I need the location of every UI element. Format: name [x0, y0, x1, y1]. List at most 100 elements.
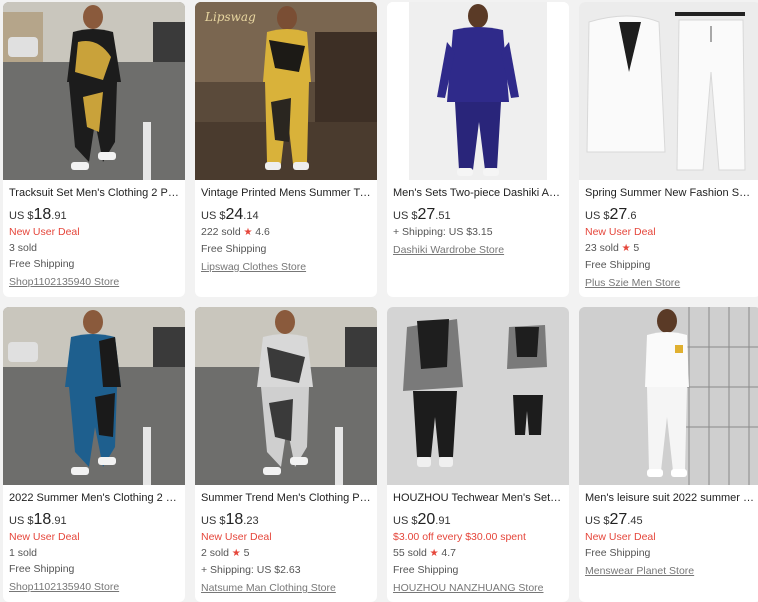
product-card[interactable]: HOUZHOU Techwear Men's Sets B... US $20.…: [387, 307, 569, 602]
meta-label: Free Shipping: [393, 564, 459, 576]
meta-label: + Shipping: US $3.15: [393, 226, 493, 238]
meta-label: 3 sold: [9, 242, 38, 254]
meta-label: Free Shipping: [201, 243, 267, 255]
meta-label: New User Deal: [9, 226, 80, 238]
promo-text: New User Deal: [9, 224, 179, 240]
price-decimal: .6: [627, 210, 637, 222]
meta-text: Free Shipping: [585, 545, 755, 561]
product-title[interactable]: Men's Sets Two-piece Dashiki Afric...: [393, 186, 563, 200]
price-decimal: .91: [51, 515, 67, 527]
meta-label: + Shipping: US $2.63: [201, 564, 301, 576]
product-meta: 222 sold ★ 4.6 Free Shipping: [201, 224, 371, 257]
price-currency: US $: [585, 515, 610, 527]
product-image[interactable]: [579, 2, 758, 180]
product-card[interactable]: Men's Sets Two-piece Dashiki Afric... US…: [387, 2, 569, 297]
product-image[interactable]: [387, 2, 569, 180]
price-currency: US $: [9, 515, 34, 527]
price-currency: US $: [585, 210, 610, 222]
product-card[interactable]: Spring Summer New Fashion Suit ... US $2…: [579, 2, 758, 297]
meta-label: 23 sold: [585, 242, 619, 254]
meta-label: Free Shipping: [9, 563, 75, 575]
store-link[interactable]: Plus Szie Men Store: [585, 275, 755, 291]
price-decimal: .14: [243, 210, 259, 222]
price-currency: US $: [201, 515, 226, 527]
meta-label: New User Deal: [585, 226, 656, 238]
product-meta: New User Deal Free Shipping: [585, 529, 755, 561]
meta-label: New User Deal: [201, 531, 272, 543]
product-image[interactable]: [195, 307, 377, 485]
price-integer: 27: [417, 206, 436, 223]
meta-label: 2 sold: [201, 547, 230, 559]
star-icon: ★: [240, 227, 256, 238]
price-currency: US $: [393, 515, 418, 527]
product-card[interactable]: Summer Trend Men's Clothing Pri... US $1…: [195, 307, 377, 602]
store-link[interactable]: Menswear Planet Store: [585, 563, 755, 579]
product-price: US $18.23: [201, 512, 371, 529]
meta-text: Free Shipping: [585, 257, 755, 273]
star-icon: ★: [229, 548, 244, 559]
product-meta: New User Deal 23 sold ★ 5 Free Shipping: [585, 224, 755, 273]
product-card[interactable]: 2022 Summer Men's Clothing 2 Pie... US $…: [3, 307, 185, 602]
meta-label: New User Deal: [9, 531, 80, 543]
price-decimal: .51: [435, 210, 451, 222]
product-image[interactable]: [579, 307, 758, 485]
price-currency: US $: [201, 210, 226, 222]
meta-label: 55 sold: [393, 547, 427, 559]
price-integer: 20: [417, 511, 436, 528]
product-title[interactable]: Summer Trend Men's Clothing Pri...: [201, 491, 371, 505]
meta-text: Free Shipping: [9, 561, 179, 577]
meta-text: Free Shipping: [393, 562, 563, 578]
price-integer: 18: [33, 511, 52, 528]
product-title[interactable]: Tracksuit Set Men's Clothing 2 Pcs ...: [9, 186, 179, 200]
product-card[interactable]: Men's leisure suit 2022 summer n... US $…: [579, 307, 758, 602]
product-price: US $24.14: [201, 207, 371, 224]
product-title[interactable]: Spring Summer New Fashion Suit ...: [585, 186, 755, 200]
store-link[interactable]: Lipswag Clothes Store: [201, 259, 371, 275]
price-currency: US $: [393, 210, 418, 222]
meta-text: 1 sold: [9, 545, 179, 561]
promo-text: $3.00 off every $30.00 spent: [393, 529, 563, 545]
meta-text: 2 sold ★ 5: [201, 545, 371, 562]
rating-value: 4.7: [441, 547, 456, 559]
meta-label: $3.00 off every $30.00 spent: [393, 531, 526, 543]
price-currency: US $: [9, 210, 34, 222]
rating-value: 4.6: [255, 226, 270, 238]
price-decimal: .91: [435, 515, 451, 527]
product-title[interactable]: Vintage Printed Mens Summer Tw...: [201, 186, 371, 200]
product-meta: $3.00 off every $30.00 spent 55 sold ★ 4.…: [393, 529, 563, 578]
product-image[interactable]: [3, 2, 185, 180]
price-decimal: .45: [627, 515, 643, 527]
price-integer: 18: [33, 206, 52, 223]
product-title[interactable]: HOUZHOU Techwear Men's Sets B...: [393, 491, 563, 505]
product-title[interactable]: Men's leisure suit 2022 summer n...: [585, 491, 755, 505]
product-price: US $18.91: [9, 207, 179, 224]
rating-value: 5: [243, 547, 250, 559]
price-integer: 18: [225, 511, 244, 528]
product-image[interactable]: [387, 307, 569, 485]
store-link[interactable]: HOUZHOU NANZHUANG Store: [393, 580, 563, 596]
meta-label: 222 sold: [201, 226, 241, 238]
promo-text: New User Deal: [585, 529, 755, 545]
product-card[interactable]: Lipswag Vintage Printed Mens Summer Tw..…: [195, 2, 377, 297]
product-price: US $18.91: [9, 512, 179, 529]
product-image[interactable]: Lipswag: [195, 2, 377, 180]
meta-text: Free Shipping: [201, 241, 371, 257]
product-title[interactable]: 2022 Summer Men's Clothing 2 Pie...: [9, 491, 179, 505]
store-link[interactable]: Shop1102135940 Store: [9, 579, 179, 595]
store-link[interactable]: Dashiki Wardrobe Store: [393, 242, 563, 258]
meta-text: 3 sold: [9, 240, 179, 256]
meta-text: 55 sold ★ 4.7: [393, 545, 563, 562]
product-price: US $20.91: [393, 512, 563, 529]
product-grid: Tracksuit Set Men's Clothing 2 Pcs ... U…: [0, 0, 758, 602]
star-icon: ★: [426, 548, 442, 559]
product-card[interactable]: Tracksuit Set Men's Clothing 2 Pcs ... U…: [3, 2, 185, 297]
product-meta: New User Deal 1 sold Free Shipping: [9, 529, 179, 577]
price-decimal: .23: [243, 515, 259, 527]
meta-label: Free Shipping: [585, 259, 651, 271]
meta-text: + Shipping: US $3.15: [393, 224, 563, 240]
store-link[interactable]: Natsume Man Clothing Store: [201, 580, 371, 596]
store-link[interactable]: Shop1102135940 Store: [9, 274, 179, 290]
product-meta: New User Deal 2 sold ★ 5 + Shipping: US $2…: [201, 529, 371, 578]
product-price: US $27.6: [585, 207, 755, 224]
product-image[interactable]: [3, 307, 185, 485]
